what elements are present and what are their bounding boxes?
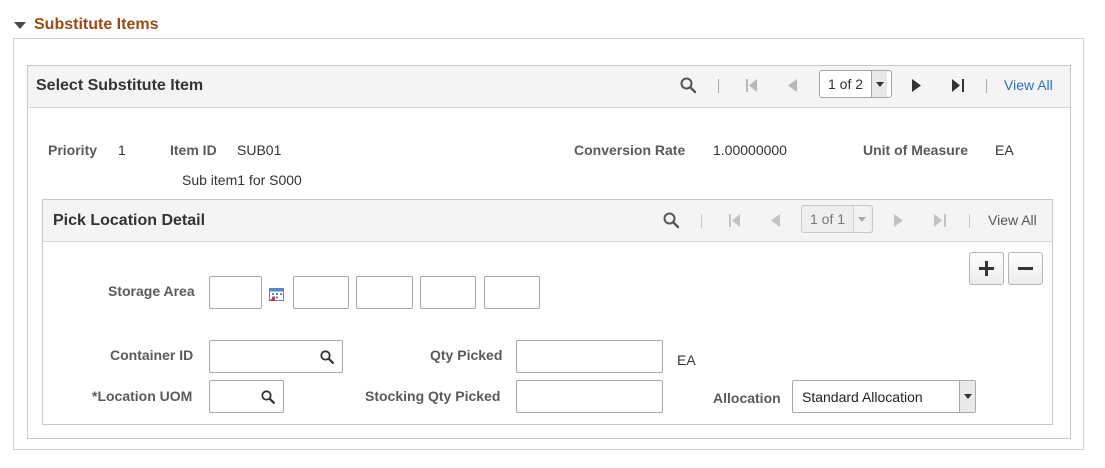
calendar-icon[interactable] bbox=[269, 287, 284, 301]
storage-level-2-field[interactable] bbox=[356, 276, 413, 309]
priority-value: 1 bbox=[118, 142, 126, 158]
last-page-icon[interactable] bbox=[952, 79, 964, 92]
first-page-icon bbox=[729, 214, 740, 227]
stocking-qty-label: Stocking Qty Picked bbox=[365, 388, 501, 404]
section-title: Substitute Items bbox=[34, 16, 159, 33]
view-all-link: View All bbox=[988, 212, 1037, 228]
remove-row-button[interactable] bbox=[1008, 252, 1043, 285]
row-pager-select[interactable]: 1 of 2 bbox=[819, 70, 892, 98]
location-uom-field[interactable] bbox=[209, 380, 284, 413]
row-pager-select: 1 of 1 bbox=[801, 205, 873, 233]
storage-area-field[interactable] bbox=[209, 276, 262, 309]
allocation-selected-value: Standard Allocation bbox=[802, 388, 923, 405]
add-row-button[interactable] bbox=[969, 252, 1004, 285]
storage-level-1-field[interactable] bbox=[293, 276, 349, 309]
conversion-rate-label: Conversion Rate bbox=[574, 142, 686, 158]
storage-level-4-field[interactable] bbox=[484, 276, 540, 309]
next-icon bbox=[894, 214, 903, 227]
separator bbox=[969, 214, 970, 228]
allocation-label: Allocation bbox=[713, 390, 781, 406]
search-icon[interactable] bbox=[680, 77, 697, 94]
dropdown-arrow-icon[interactable] bbox=[959, 381, 975, 412]
last-page-icon bbox=[934, 214, 946, 227]
collapse-triangle-icon[interactable] bbox=[14, 21, 26, 29]
grid-title: Select Substitute Item bbox=[36, 77, 204, 94]
next-icon[interactable] bbox=[912, 79, 921, 92]
item-id-label: Item ID bbox=[170, 142, 217, 158]
qty-picked-field[interactable] bbox=[516, 340, 663, 373]
separator bbox=[718, 79, 719, 93]
item-id-value: SUB01 bbox=[237, 142, 282, 158]
unit-of-measure-label: Unit of Measure bbox=[863, 142, 969, 158]
search-icon[interactable] bbox=[663, 212, 680, 229]
conversion-rate-value: 1.00000000 bbox=[713, 142, 787, 158]
pager-text: 1 of 1 bbox=[810, 211, 846, 227]
pick-location-title: Pick Location Detail bbox=[53, 212, 206, 229]
qty-picked-unit: EA bbox=[677, 352, 696, 368]
storage-level-3-field[interactable] bbox=[420, 276, 476, 309]
dropdown-arrow-icon[interactable] bbox=[871, 71, 888, 97]
priority-label: Priority bbox=[48, 142, 98, 158]
storage-area-label: Storage Area bbox=[108, 283, 195, 299]
separator bbox=[986, 79, 987, 93]
view-all-link[interactable]: View All bbox=[1004, 77, 1053, 93]
section-header-substitute-items[interactable]: Substitute Items bbox=[14, 14, 158, 36]
remove-icon bbox=[1018, 267, 1033, 270]
container-id-field[interactable] bbox=[209, 340, 343, 373]
first-page-icon bbox=[746, 79, 757, 92]
pager-text: 1 of 2 bbox=[828, 76, 864, 92]
allocation-select[interactable]: Standard Allocation bbox=[792, 380, 976, 413]
search-icon[interactable] bbox=[261, 389, 275, 404]
qty-picked-label: Qty Picked bbox=[430, 347, 503, 363]
add-icon bbox=[979, 261, 994, 276]
previous-icon bbox=[788, 79, 797, 92]
location-uom-label: *Location UOM bbox=[92, 388, 193, 404]
stocking-qty-field[interactable] bbox=[516, 380, 663, 413]
search-icon[interactable] bbox=[320, 349, 334, 364]
item-description: Sub item1 for S000 bbox=[182, 172, 302, 188]
unit-of-measure-value: EA bbox=[995, 142, 1014, 158]
container-id-label: Container ID bbox=[110, 347, 194, 363]
separator bbox=[701, 214, 702, 228]
previous-icon bbox=[771, 214, 780, 227]
dropdown-arrow-icon bbox=[853, 206, 870, 232]
